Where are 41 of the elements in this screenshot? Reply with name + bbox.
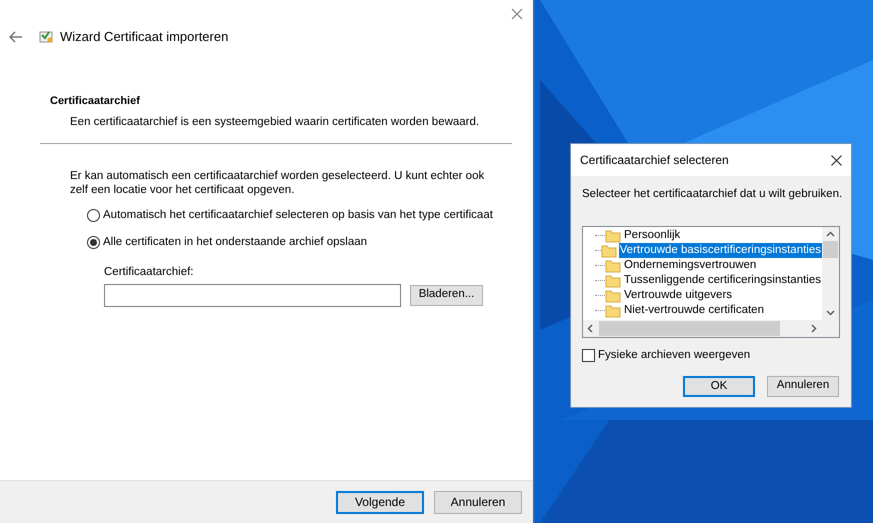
- dialog-prompt: Selecteer het certificaatarchief dat u wilt gebruiken.: [581, 187, 844, 202]
- wizard-button[interactable]: Annuleren: [434, 490, 522, 514]
- tree-item[interactable]: Vertrouwde basiscertificeringsinstanties: [618, 243, 822, 258]
- folder-icon: [605, 228, 621, 243]
- window-title: Wizard Certificaat importeren: [60, 28, 228, 46]
- close-icon[interactable]: [831, 154, 842, 166]
- folder-icon: [605, 288, 621, 303]
- horizontal-scrollbar[interactable]: [583, 320, 839, 338]
- tree-item[interactable]: Persoonlijk: [623, 228, 682, 244]
- scroll-left-icon[interactable]: [587, 324, 593, 334]
- back-arrow-icon[interactable]: [9, 31, 23, 43]
- scroll-up-icon[interactable]: [826, 231, 835, 238]
- scroll-thumb[interactable]: [599, 321, 780, 336]
- tree-item[interactable]: Tussenliggende certificeringsinstanties: [622, 273, 822, 288]
- radio-button[interactable]: [87, 236, 100, 250]
- scroll-thumb[interactable]: [823, 241, 838, 258]
- store-input-field[interactable]: [104, 284, 401, 306]
- dialog-title: Certificaatarchief selecteren: [580, 152, 729, 169]
- folder-icon: [600, 244, 617, 258]
- section-description: Een certificaatarchief is een systeemgebied waarin certificaten worden bewaard.: [69, 114, 480, 130]
- scroll-right-icon[interactable]: [811, 324, 817, 334]
- radio-label: Alle certificaten in het onderstaande archief opslaan: [103, 235, 368, 250]
- browse-button[interactable]: Bladeren...: [410, 284, 483, 306]
- folder-icon: [605, 304, 621, 318]
- radio-label: Automatisch het certificaatarchief selecteren op basis van het type certificaat: [103, 208, 493, 223]
- folder-icon: [604, 274, 621, 288]
- checkbox[interactable]: [582, 349, 595, 362]
- scroll-down-icon[interactable]: [826, 310, 835, 316]
- radio-button[interactable]: [87, 208, 100, 222]
- field-label: Certificaatarchief:: [104, 265, 194, 280]
- wizard-button[interactable]: Volgende: [336, 490, 424, 514]
- section-heading: Certificaatarchief: [50, 94, 141, 109]
- checkbox-label: Fysieke archieven weergeven: [598, 348, 750, 364]
- tree-item[interactable]: Vertrouwde uitgevers: [623, 288, 734, 304]
- tree-item[interactable]: Niet-vertrouwde certificaten: [623, 303, 765, 318]
- vertical-scrollbar[interactable]: [822, 227, 839, 320]
- intro-text: Er kan automatisch een certificaatarchief worden geselecteerd. U kunt echter ook zelf een locatie voor het certificaat opgeven.: [69, 168, 486, 197]
- tree-item[interactable]: Ondernemingsvertrouwen: [623, 258, 758, 274]
- dialog-button[interactable]: OK: [683, 376, 755, 396]
- dialog-button[interactable]: Annuleren: [767, 376, 839, 396]
- certificate-icon: [38, 29, 54, 45]
